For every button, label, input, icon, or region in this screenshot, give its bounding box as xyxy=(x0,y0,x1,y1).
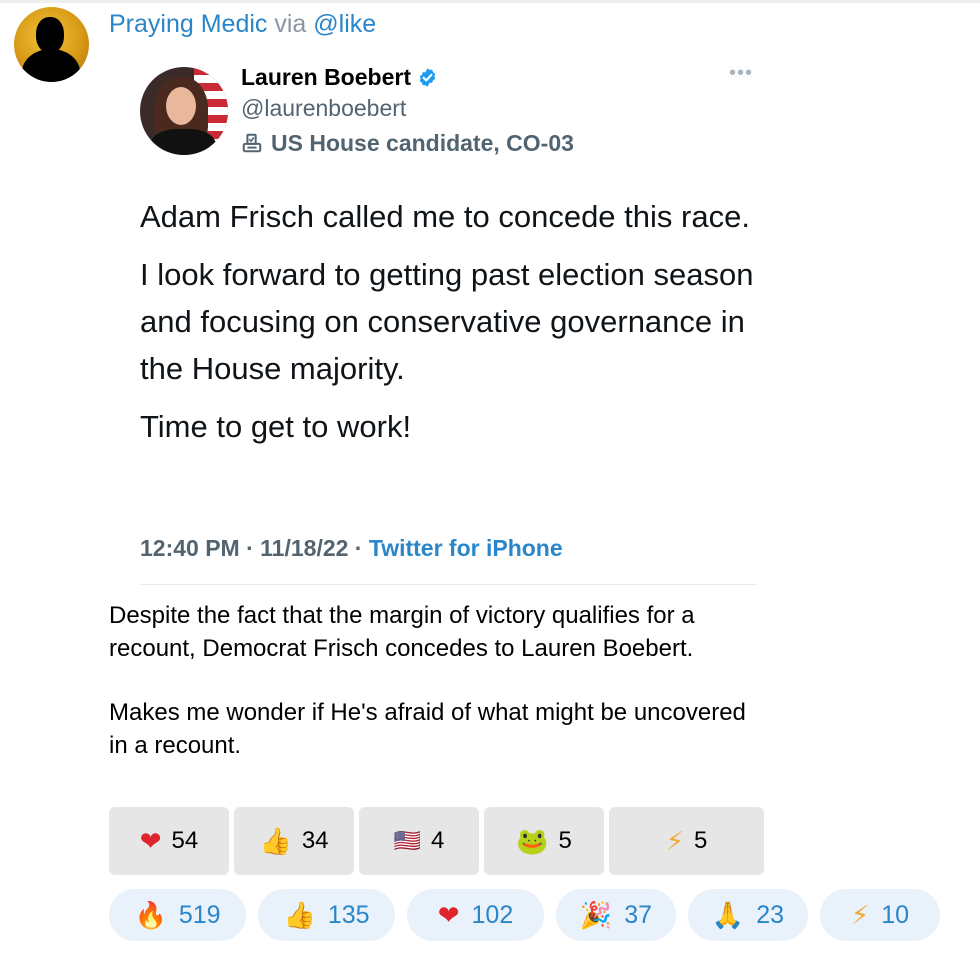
avatar-face xyxy=(166,87,196,125)
vote-count: 5 xyxy=(558,827,572,854)
reaction-count: 23 xyxy=(756,900,785,929)
frog-icon: 🐸 xyxy=(516,825,549,856)
inline-buttons-row: ❤ 54 👍 34 🇺🇸 4 🐸 5 ⚡ 5 xyxy=(109,807,769,875)
heart-icon: ❤ xyxy=(437,899,460,930)
party-popper-icon: 🎉 xyxy=(579,899,613,930)
tweet-metadata: 12:40 PM · 11/18/22 · Twitter for iPhone xyxy=(140,533,563,563)
account-label-text: US House candidate, CO-03 xyxy=(271,130,574,156)
tweet-body: Adam Frisch called me to concede this ra… xyxy=(140,193,760,461)
reaction-count: 10 xyxy=(881,900,910,929)
reaction-count: 519 xyxy=(178,900,221,929)
reaction-count: 37 xyxy=(624,900,653,929)
tweet-divider xyxy=(140,584,757,585)
author-name[interactable]: Praying Medic xyxy=(109,10,267,38)
tweet-paragraph: I look forward to getting past election … xyxy=(140,257,754,386)
more-options-icon[interactable]: ••• xyxy=(729,63,753,83)
channel-avatar[interactable] xyxy=(14,7,89,82)
via-label: via xyxy=(274,10,307,38)
lightning-icon: ⚡ xyxy=(665,825,684,856)
heart-icon: ❤ xyxy=(139,825,162,856)
tweet-timestamp: 12:40 PM · 11/18/22 · xyxy=(140,535,363,561)
lightning-icon: ⚡ xyxy=(850,899,870,930)
bot-link[interactable]: @like xyxy=(313,10,376,38)
vote-count: 5 xyxy=(693,827,708,854)
thumbs-up-icon: 👍 xyxy=(283,899,316,930)
reaction-fire[interactable]: 🔥 519 xyxy=(109,889,246,941)
praying-hands-icon: 🙏 xyxy=(711,899,745,930)
vote-count: 34 xyxy=(301,827,329,854)
top-divider xyxy=(0,0,980,3)
us-flag-vote-button[interactable]: 🇺🇸 4 xyxy=(359,807,479,875)
tweet-author-name[interactable]: Lauren Boebert xyxy=(241,63,438,91)
ballot-box-icon xyxy=(242,133,262,153)
fire-icon: 🔥 xyxy=(134,899,167,930)
tweet-paragraph: Adam Frisch called me to concede this ra… xyxy=(140,199,750,234)
us-flag-icon: 🇺🇸 xyxy=(393,828,422,853)
tweet-paragraph: Time to get to work! xyxy=(140,409,412,444)
reaction-thumbs-up[interactable]: 👍 135 xyxy=(258,889,395,941)
reaction-lightning[interactable]: ⚡ 10 xyxy=(820,889,940,941)
reaction-count: 102 xyxy=(471,900,514,929)
thumbs-up-icon: 👍 xyxy=(259,825,292,856)
reaction-count: 135 xyxy=(327,900,370,929)
avatar-silhouette-head xyxy=(36,17,64,53)
post-header: Praying Medic via @like xyxy=(109,9,376,39)
post-caption: Despite the fact that the margin of vict… xyxy=(109,600,769,762)
reaction-praying-hands[interactable]: 🙏 23 xyxy=(688,889,808,941)
avatar-silhouette-body xyxy=(22,49,80,82)
heart-vote-button[interactable]: ❤ 54 xyxy=(109,807,229,875)
caption-paragraph: Makes me wonder if He's afraid of what m… xyxy=(109,699,746,759)
frog-vote-button[interactable]: 🐸 5 xyxy=(484,807,604,875)
reaction-party-popper[interactable]: 🎉 37 xyxy=(556,889,676,941)
caption-paragraph: Despite the fact that the margin of vict… xyxy=(109,602,695,662)
vote-count: 54 xyxy=(171,827,199,854)
thumbs-up-vote-button[interactable]: 👍 34 xyxy=(234,807,354,875)
reactions-row: 🔥 519 👍 135 ❤ 102 🎉 37 🙏 23 ⚡ 10 xyxy=(109,889,952,941)
tweet-author-handle[interactable]: @laurenboebert xyxy=(241,94,406,122)
account-label: US House candidate, CO-03 xyxy=(241,129,574,157)
verified-badge-icon xyxy=(419,67,436,87)
tweet-avatar[interactable] xyxy=(140,67,228,155)
tweet-author-name-text: Lauren Boebert xyxy=(241,64,411,90)
vote-count: 4 xyxy=(431,827,445,854)
reaction-heart[interactable]: ❤ 102 xyxy=(407,889,544,941)
lightning-vote-button[interactable]: ⚡ 5 xyxy=(609,807,764,875)
avatar-clothing xyxy=(150,129,216,155)
tweet-source-link[interactable]: Twitter for iPhone xyxy=(369,535,563,561)
